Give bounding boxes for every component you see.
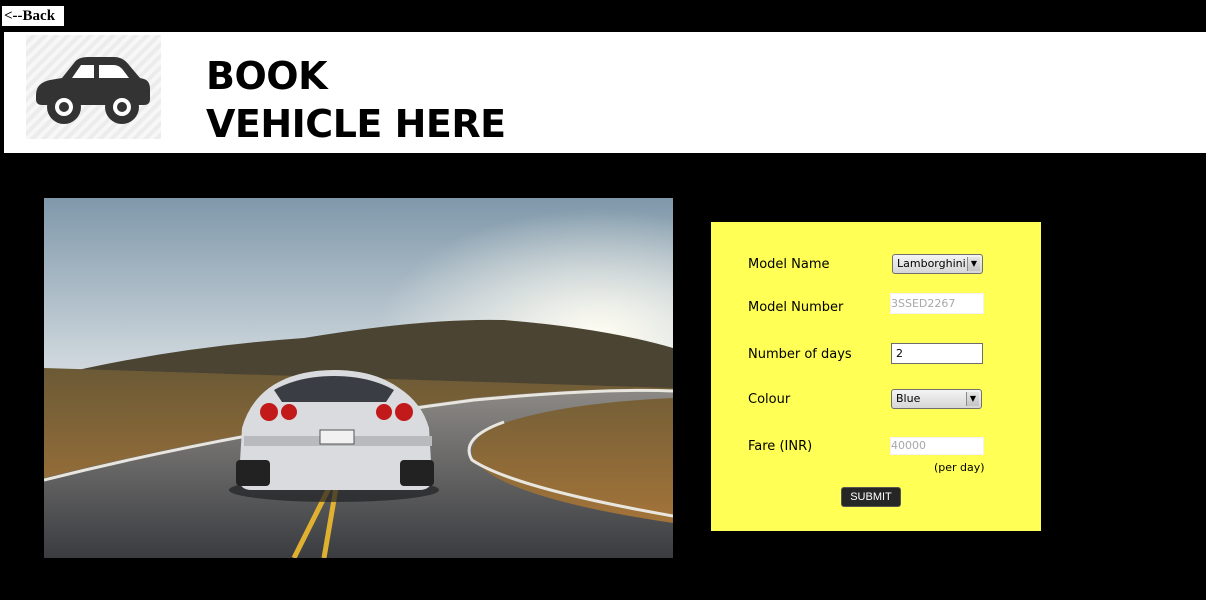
fare-field[interactable]: 40000 [890,437,984,455]
car-icon [36,57,150,124]
header-banner: BOOK VEHICLE HERE [4,32,1206,153]
page-title-line-2: VEHICLE HERE [206,102,506,146]
colour-select[interactable]: Blue ▼ [891,389,982,409]
colour-label: Colour [748,392,791,407]
days-label: Number of days [748,347,852,362]
page-title-line-1: BOOK [206,54,328,98]
model-name-select[interactable]: Lamborghini ▼ [892,254,983,274]
chevron-down-icon: ▼ [966,392,979,406]
page-title: BOOK VEHICLE HERE [206,52,506,148]
model-number-field[interactable]: 3SSED2267 [890,293,984,314]
fare-label: Fare (INR) [748,439,813,454]
days-field[interactable]: 2 [891,343,983,364]
submit-button[interactable]: SUBMIT [841,487,901,507]
booking-form: Model Name Lamborghini ▼ Model Number 3S… [711,222,1041,531]
fare-unit-note: (per day) [934,461,985,474]
back-link[interactable]: <--Back [2,6,64,26]
model-name-label: Model Name [748,257,830,272]
chevron-down-icon: ▼ [967,257,980,271]
model-name-value: Lamborghini [897,257,966,270]
model-number-label: Model Number [748,300,844,315]
colour-value: Blue [896,392,921,405]
logo [26,35,161,139]
hero-car-image [44,198,673,558]
